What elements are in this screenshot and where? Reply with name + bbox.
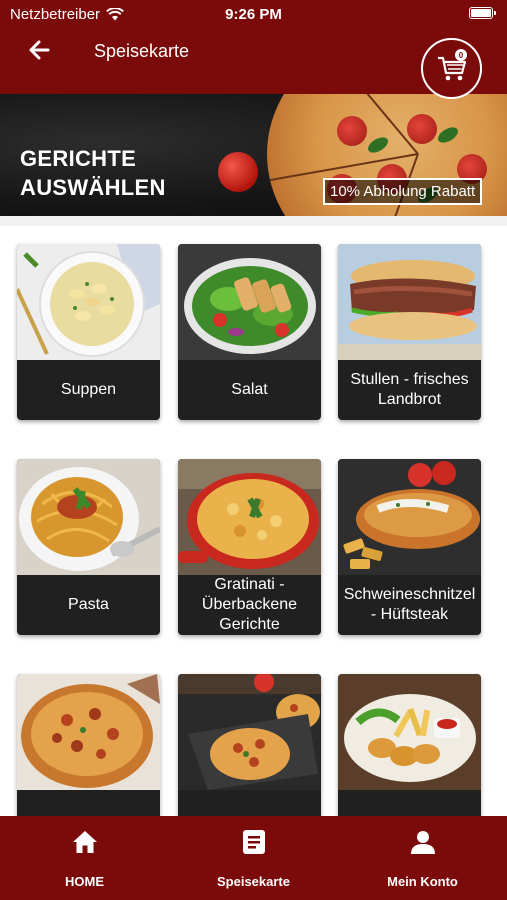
gratin-image bbox=[178, 459, 321, 575]
battery-icon bbox=[469, 7, 496, 19]
nav-home-label: HOME bbox=[65, 874, 104, 889]
soup-image bbox=[17, 244, 160, 360]
category-card-salat[interactable]: Salat bbox=[178, 244, 321, 420]
pasta-image bbox=[17, 459, 160, 575]
flatbread-image bbox=[178, 674, 321, 790]
salad-image bbox=[178, 244, 321, 360]
page-title: Speisekarte bbox=[94, 41, 190, 61]
nav-home[interactable]: HOME bbox=[0, 816, 169, 900]
category-label: Schweineschnitzel - Hüftsteak bbox=[343, 586, 476, 623]
category-card-gratinati[interactable]: Gratinati - Überbackene Gerichte bbox=[178, 459, 321, 635]
status-bar: Netzbetreiber 9:26 PM bbox=[10, 4, 497, 24]
bottom-navigation: HOME Speisekarte Mein Konto bbox=[0, 816, 507, 900]
nav-account-label: Mein Konto bbox=[387, 874, 458, 889]
pizza-card-image bbox=[17, 674, 160, 790]
nuggets-image bbox=[338, 674, 481, 790]
cart-count-badge: 0 bbox=[455, 49, 467, 61]
user-icon bbox=[410, 831, 435, 854]
category-label: Pasta bbox=[68, 596, 109, 613]
menu-book-icon bbox=[242, 830, 265, 854]
nav-account[interactable]: Mein Konto bbox=[338, 816, 507, 900]
carrier-info: Netzbetreiber bbox=[10, 6, 124, 23]
category-card-schnitzel[interactable]: Schweineschnitzel - Hüftsteak bbox=[338, 459, 481, 635]
category-label: Salat bbox=[231, 381, 268, 398]
home-icon bbox=[72, 831, 97, 853]
carrier-name: Netzbetreiber bbox=[10, 5, 101, 23]
category-label: Suppen bbox=[60, 381, 117, 398]
category-card-stullen[interactable]: Stullen - frisches Landbrot bbox=[338, 244, 481, 420]
promo-banner: GERICHTE AUSWÄHLEN 10% Abholung Rabatt bbox=[0, 94, 507, 216]
schnitzel-image bbox=[338, 459, 481, 575]
category-card-suppen[interactable]: Suppen bbox=[17, 244, 160, 420]
wifi-icon bbox=[106, 7, 124, 20]
category-grid: Suppen Salat Stullen - frisches Landbrot… bbox=[0, 226, 507, 850]
nav-menu-label: Speisekarte bbox=[217, 874, 290, 889]
category-label: Stullen - frisches Landbrot bbox=[350, 371, 469, 408]
back-arrow-icon[interactable] bbox=[26, 36, 54, 64]
nav-menu[interactable]: Speisekarte bbox=[169, 816, 338, 900]
category-label: Gratinati - Überbackene Gerichte bbox=[201, 576, 298, 633]
status-time: 9:26 PM bbox=[225, 5, 282, 23]
banner-title: GERICHTE AUSWÄHLEN bbox=[20, 146, 166, 200]
tomato-image bbox=[218, 152, 258, 192]
sandwich-image bbox=[338, 244, 481, 360]
cart-button[interactable]: 0 bbox=[421, 38, 482, 99]
category-card-pasta[interactable]: Pasta bbox=[17, 459, 160, 635]
promo-label: 10% Abholung Rabatt bbox=[323, 178, 483, 205]
